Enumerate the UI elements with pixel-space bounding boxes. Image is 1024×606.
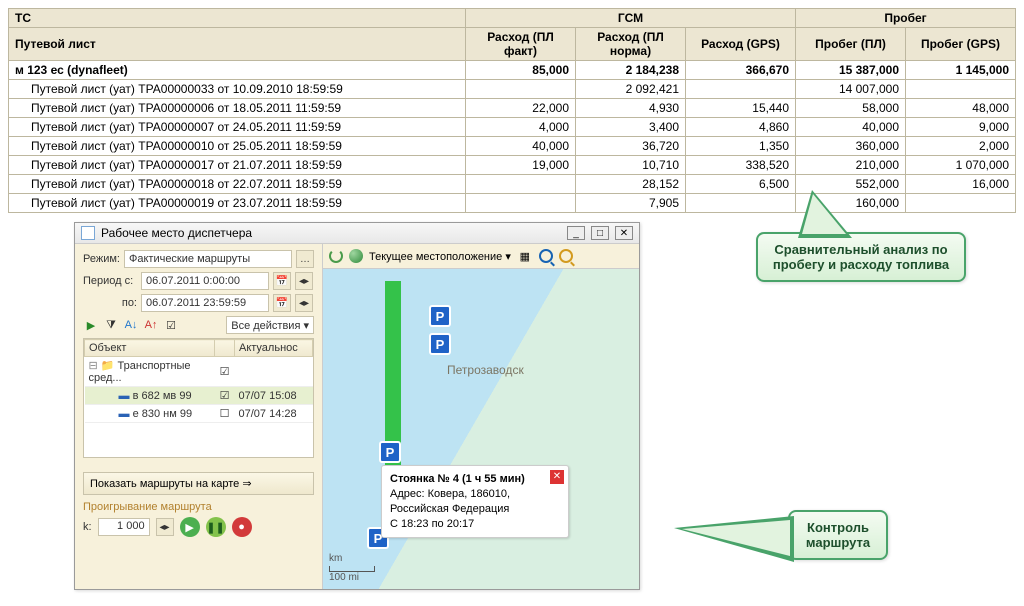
k-stepper[interactable]: ◂▸ <box>156 518 174 536</box>
table-row[interactable]: Путевой лист (уат) ТРА00000018 от 22.07.… <box>9 175 1016 194</box>
show-routes-button[interactable]: Показать маршруты на карте ⇒ <box>83 472 314 495</box>
sort-asc-icon[interactable]: A↓ <box>123 317 139 333</box>
stepper-to[interactable]: ◂▸ <box>295 294 313 312</box>
pause-button[interactable]: ❚❚ <box>206 517 226 537</box>
object-tree[interactable]: Объект Актуальнос ⊟ 📁 Транспортные сред.… <box>83 338 314 458</box>
all-actions-dropdown[interactable]: Все действия ▾ <box>226 316 314 334</box>
tree-group-row[interactable]: ⊟ 📁 Транспортные сред... ☑ <box>85 357 313 387</box>
th-run-pl: Пробег (ПЛ) <box>796 28 906 61</box>
sort-desc-icon[interactable]: A↑ <box>143 317 159 333</box>
mode-field[interactable]: Фактические маршруты <box>124 250 292 268</box>
th-mileage: Пробег <box>796 9 1016 28</box>
table-row[interactable]: Путевой лист (уат) ТРА00000010 от 25.05.… <box>9 137 1016 156</box>
stop-tooltip: ✕ Стоянка № 4 (1 ч 55 мин) Адрес: Ковера… <box>381 465 569 538</box>
map-canvas[interactable]: P P P P Петрозаводск ✕ Стоянка № 4 (1 ч … <box>323 269 639 589</box>
th-fuel-norm: Расход (ПЛ норма) <box>576 28 686 61</box>
maximize-button[interactable]: □ <box>591 226 609 240</box>
titlebar[interactable]: Рабочее место диспетчера _ □ ✕ <box>75 223 639 244</box>
tooltip-title: Стоянка № 4 (1 ч 55 мин) <box>390 473 525 485</box>
table-row[interactable]: м 123 ес (dynafleet) 85,000 2 184,238 36… <box>9 61 1016 80</box>
left-panel: Режим: Фактические маршруты … Период с: … <box>75 244 323 589</box>
table-row[interactable]: Путевой лист (уат) ТРА00000019 от 23.07.… <box>9 194 1016 213</box>
fuel-table: ТС ГСМ Пробег Путевой лист Расход (ПЛ фа… <box>8 8 1016 213</box>
k-label: k: <box>83 521 92 533</box>
dispatcher-window: Рабочее место диспетчера _ □ ✕ Режим: Фа… <box>74 222 640 590</box>
tree-toolbar: ▶ ⧩ A↓ A↑ ☑ Все действия ▾ <box>83 316 314 334</box>
map-panel: Текущее местоположение ▾ ▦ P P P P Петро… <box>323 244 639 589</box>
tree-col-check[interactable] <box>215 340 235 357</box>
refresh-icon[interactable] <box>329 249 343 263</box>
date-from-field[interactable]: 06.07.2011 0:00:00 <box>141 272 269 290</box>
period-from-label: Период с: <box>83 275 137 287</box>
current-location-dropdown[interactable]: Текущее местоположение ▾ <box>369 250 511 263</box>
playback-label: Проигрывание маршрута <box>83 501 314 513</box>
callout-analysis: Сравнительный анализ по пробегу и расход… <box>756 232 966 282</box>
tree-item-row[interactable]: ▬ в 682 мв 99 ☑ 07/07 15:08 <box>85 387 313 405</box>
close-button[interactable]: ✕ <box>615 226 633 240</box>
calendar-from-button[interactable]: 📅 <box>273 272 291 290</box>
th-fuel-fact: Расход (ПЛ факт) <box>466 28 576 61</box>
zoom-out-icon[interactable] <box>559 249 573 263</box>
globe-icon <box>349 249 363 263</box>
mode-more-button[interactable]: … <box>296 250 314 268</box>
stepper-from[interactable]: ◂▸ <box>295 272 313 290</box>
tooltip-close-icon[interactable]: ✕ <box>550 470 564 484</box>
tooltip-time: С 18:23 по 20:17 <box>390 518 474 530</box>
parking-icon[interactable]: P <box>429 333 451 355</box>
document-icon <box>81 226 95 240</box>
map-scale: km 100 mi <box>329 553 375 583</box>
layers-icon[interactable]: ▦ <box>517 248 533 264</box>
table-row[interactable]: Путевой лист (уат) ТРА00000006 от 18.05.… <box>9 99 1016 118</box>
mode-label: Режим: <box>83 253 120 265</box>
window-title: Рабочее место диспетчера <box>101 226 252 240</box>
record-button[interactable]: ● <box>232 517 252 537</box>
run-icon[interactable]: ▶ <box>83 317 99 333</box>
parking-icon[interactable]: P <box>429 305 451 327</box>
play-button[interactable]: ▶ <box>180 517 200 537</box>
calendar-to-button[interactable]: 📅 <box>273 294 291 312</box>
k-field[interactable]: 1 000 <box>98 518 150 536</box>
th-fuel-gps: Расход (GPS) <box>686 28 796 61</box>
map-city-label: Петрозаводск <box>447 363 524 377</box>
table-row[interactable]: Путевой лист (уат) ТРА00000017 от 21.07.… <box>9 156 1016 175</box>
checkbox-icon[interactable]: ☑ <box>163 317 179 333</box>
tree-col-object[interactable]: Объект <box>85 340 215 357</box>
zoom-in-icon[interactable] <box>539 249 553 263</box>
tooltip-addr-label: Адрес: <box>390 488 425 500</box>
th-ts: ТС <box>9 9 466 28</box>
date-to-field[interactable]: 06.07.2011 23:59:59 <box>141 294 269 312</box>
th-waybill: Путевой лист <box>9 28 466 61</box>
th-run-gps: Пробег (GPS) <box>906 28 1016 61</box>
tree-item-row[interactable]: ▬ е 830 нм 99 ☐ 07/07 14:28 <box>85 405 313 423</box>
minimize-button[interactable]: _ <box>567 226 585 240</box>
table-row[interactable]: Путевой лист (уат) ТРА00000033 от 10.09.… <box>9 80 1016 99</box>
filter-icon[interactable]: ⧩ <box>103 317 119 333</box>
callout-route-control: Контроль маршрута <box>788 510 888 560</box>
table-row[interactable]: Путевой лист (уат) ТРА00000007 от 24.05.… <box>9 118 1016 137</box>
map-toolbar: Текущее местоположение ▾ ▦ <box>323 244 639 269</box>
period-to-label: по: <box>83 297 137 309</box>
parking-icon[interactable]: P <box>379 441 401 463</box>
th-gsm: ГСМ <box>466 9 796 28</box>
tree-col-time[interactable]: Актуальнос <box>235 340 313 357</box>
